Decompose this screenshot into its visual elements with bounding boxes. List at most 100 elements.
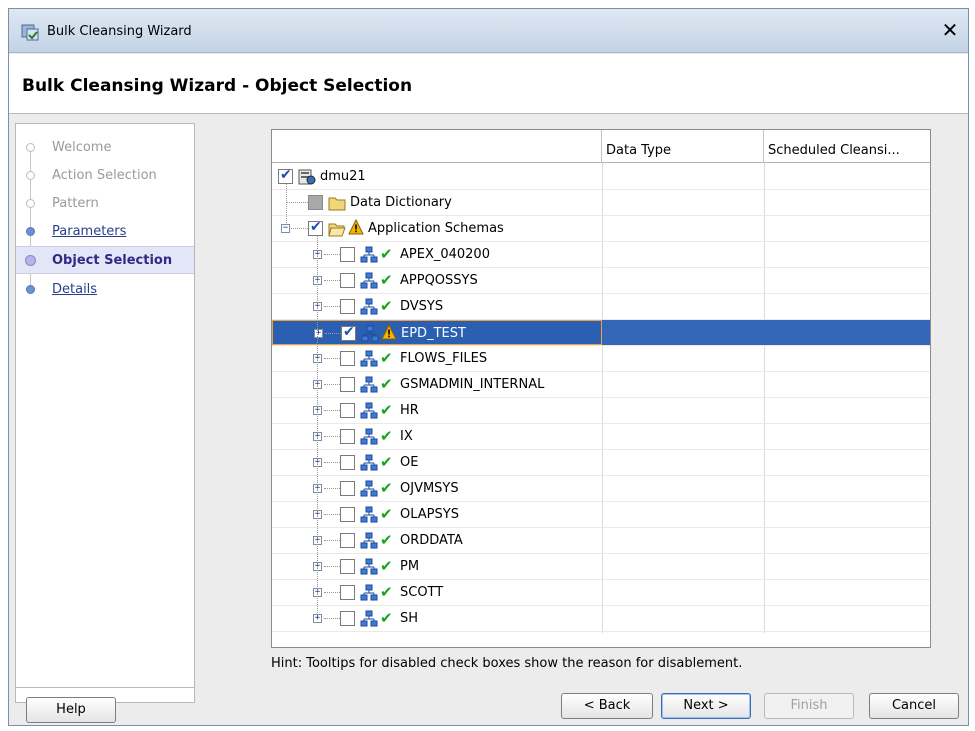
nav-step-parameters[interactable]: Parameters bbox=[16, 218, 194, 246]
tree-connector bbox=[324, 358, 340, 359]
close-icon: ✕ bbox=[941, 18, 959, 42]
tree-row-label: GSMADMIN_INTERNAL bbox=[400, 377, 545, 392]
tree-connector bbox=[324, 306, 340, 307]
tree-connector bbox=[324, 488, 340, 489]
tree-row[interactable]: + ✔ HR bbox=[272, 398, 930, 424]
tree-cell-name: ✔ dmu21 bbox=[272, 164, 602, 189]
column-header-data-type[interactable]: Data Type bbox=[602, 130, 764, 163]
tree-row-checkbox[interactable] bbox=[340, 559, 355, 574]
schema-icon bbox=[360, 272, 378, 290]
tree-connector bbox=[324, 462, 340, 463]
next-button[interactable]: Next > bbox=[661, 693, 751, 719]
back-button[interactable]: < Back bbox=[561, 693, 653, 719]
collapse-icon[interactable]: − bbox=[281, 224, 290, 233]
nav-step-action-selection: Action Selection bbox=[16, 162, 194, 190]
finish-button[interactable]: Finish bbox=[764, 693, 854, 719]
tree-row[interactable]: + ✔ DVSYS bbox=[272, 294, 930, 320]
tree-row-checkbox[interactable] bbox=[340, 273, 355, 288]
tree-cell-name: + ✔ APPQOSSYS bbox=[272, 268, 602, 293]
tree-row[interactable]: + ✔ GSMADMIN_INTERNAL bbox=[272, 372, 930, 398]
tree-row[interactable]: + ✔ OE bbox=[272, 450, 930, 476]
tree-row-checkbox[interactable] bbox=[340, 507, 355, 522]
tree-row-checkbox[interactable] bbox=[340, 455, 355, 470]
step-dot-icon bbox=[26, 143, 35, 152]
tree-row-checkbox[interactable] bbox=[340, 611, 355, 626]
help-button[interactable]: Help bbox=[26, 697, 116, 723]
tree-connector bbox=[324, 410, 340, 411]
tree-row[interactable]: + ✔ SH bbox=[272, 606, 930, 632]
checkmark-icon: ✔ bbox=[310, 219, 322, 235]
status-ok-icon: ✔ bbox=[380, 609, 393, 627]
tree-row-checkbox[interactable] bbox=[340, 429, 355, 444]
tree-row[interactable]: + ✔ FLOWS_FILES bbox=[272, 346, 930, 372]
tree-row-checkbox[interactable] bbox=[340, 533, 355, 548]
tree-row-checkbox[interactable] bbox=[340, 585, 355, 600]
nav-step-pattern: Pattern bbox=[16, 190, 194, 218]
tree-cell-name: + ✔ FLOWS_FILES bbox=[272, 346, 602, 371]
tree-row-label: OLAPSYS bbox=[400, 507, 459, 522]
tree-row[interactable]: + ✔ OLAPSYS bbox=[272, 502, 930, 528]
step-dot-icon bbox=[26, 227, 35, 236]
nav-step-object-selection: Object Selection bbox=[16, 246, 194, 274]
tree-row[interactable]: + ✔ OJVMSYS bbox=[272, 476, 930, 502]
nav-step-details[interactable]: Details bbox=[16, 276, 194, 304]
tree-row-label: FLOWS_FILES bbox=[400, 351, 488, 366]
tree-row[interactable]: + ✔ SCOTT bbox=[272, 580, 930, 606]
tree-row[interactable]: + ✔ IX bbox=[272, 424, 930, 450]
schema-icon bbox=[360, 480, 378, 498]
tree-connector bbox=[324, 254, 340, 255]
tree-cell-name: − ✔ Application Schemas bbox=[272, 216, 602, 241]
tree-row-checkbox[interactable]: ✔ bbox=[308, 219, 323, 236]
tree-row-checkbox[interactable] bbox=[340, 351, 355, 366]
tree-row[interactable]: ✔ dmu21 bbox=[272, 164, 930, 190]
status-ok-icon: ✔ bbox=[380, 297, 393, 315]
tree-row[interactable]: − ✔ Application Schemas bbox=[272, 216, 930, 242]
finish-button-label: Finish bbox=[790, 698, 828, 713]
tree-row-checkbox[interactable]: ✔ bbox=[278, 167, 293, 184]
nav-step-label: Welcome bbox=[52, 140, 112, 155]
tree-row-checkbox[interactable] bbox=[340, 299, 355, 314]
status-ok-icon: ✔ bbox=[380, 479, 393, 497]
tree-row[interactable]: + ✔ APEX_040200 bbox=[272, 242, 930, 268]
tree-cell-name: + ✔ SH bbox=[272, 606, 602, 631]
expand-icon[interactable]: + bbox=[314, 329, 323, 338]
tree-row[interactable]: + ✔ EPD_TEST bbox=[272, 320, 930, 346]
tree-row-checkbox[interactable] bbox=[340, 403, 355, 418]
tree-cell-name: + ✔ HR bbox=[272, 398, 602, 423]
expand-icon[interactable]: + bbox=[313, 614, 322, 623]
cancel-button-label: Cancel bbox=[891, 698, 937, 713]
tree-row[interactable]: + ✔ APPQOSSYS bbox=[272, 268, 930, 294]
status-ok-icon: ✔ bbox=[380, 401, 393, 419]
step-dot-icon bbox=[26, 285, 35, 294]
schema-icon bbox=[360, 584, 378, 602]
wizard-app-icon bbox=[21, 24, 39, 41]
nav-step-label: Pattern bbox=[52, 196, 99, 211]
tree-row-checkbox[interactable] bbox=[340, 481, 355, 496]
tree-row[interactable]: + ✔ ORDDATA bbox=[272, 528, 930, 554]
tree-connector bbox=[286, 184, 287, 223]
close-button[interactable]: ✕ bbox=[938, 19, 962, 43]
wizard-dialog: Bulk Cleansing Wizard ✕ Bulk Cleansing W… bbox=[8, 8, 969, 726]
column-header-scheduled-cleansing[interactable]: Scheduled Cleansi... bbox=[764, 130, 930, 163]
tree-connector bbox=[324, 540, 340, 541]
nav-step-label: Action Selection bbox=[52, 168, 157, 183]
tree-connector bbox=[324, 280, 340, 281]
cancel-button[interactable]: Cancel bbox=[869, 693, 959, 719]
tree-row-label: SH bbox=[400, 611, 419, 626]
schema-icon bbox=[361, 325, 379, 343]
tree-row-label: Data Dictionary bbox=[350, 195, 452, 210]
tree-row-checkbox[interactable] bbox=[340, 247, 355, 262]
tree-row-label: APPQOSSYS bbox=[400, 273, 478, 288]
tree-row-checkbox[interactable]: ✔ bbox=[341, 324, 356, 341]
tree-row-checkbox[interactable] bbox=[340, 377, 355, 392]
checkmark-icon: ✔ bbox=[280, 167, 292, 183]
column-header-name[interactable] bbox=[272, 130, 602, 163]
tree-row-label: HR bbox=[400, 403, 419, 418]
tree-row[interactable]: + ✔ PM bbox=[272, 554, 930, 580]
tree-cell-name: + ✔ PM bbox=[272, 554, 602, 579]
tree-row[interactable]: Data Dictionary bbox=[272, 190, 930, 216]
tree-connector bbox=[324, 436, 340, 437]
schema-icon bbox=[360, 610, 378, 628]
table-header: Data Type Scheduled Cleansi... bbox=[272, 130, 930, 163]
status-ok-icon: ✔ bbox=[380, 583, 393, 601]
